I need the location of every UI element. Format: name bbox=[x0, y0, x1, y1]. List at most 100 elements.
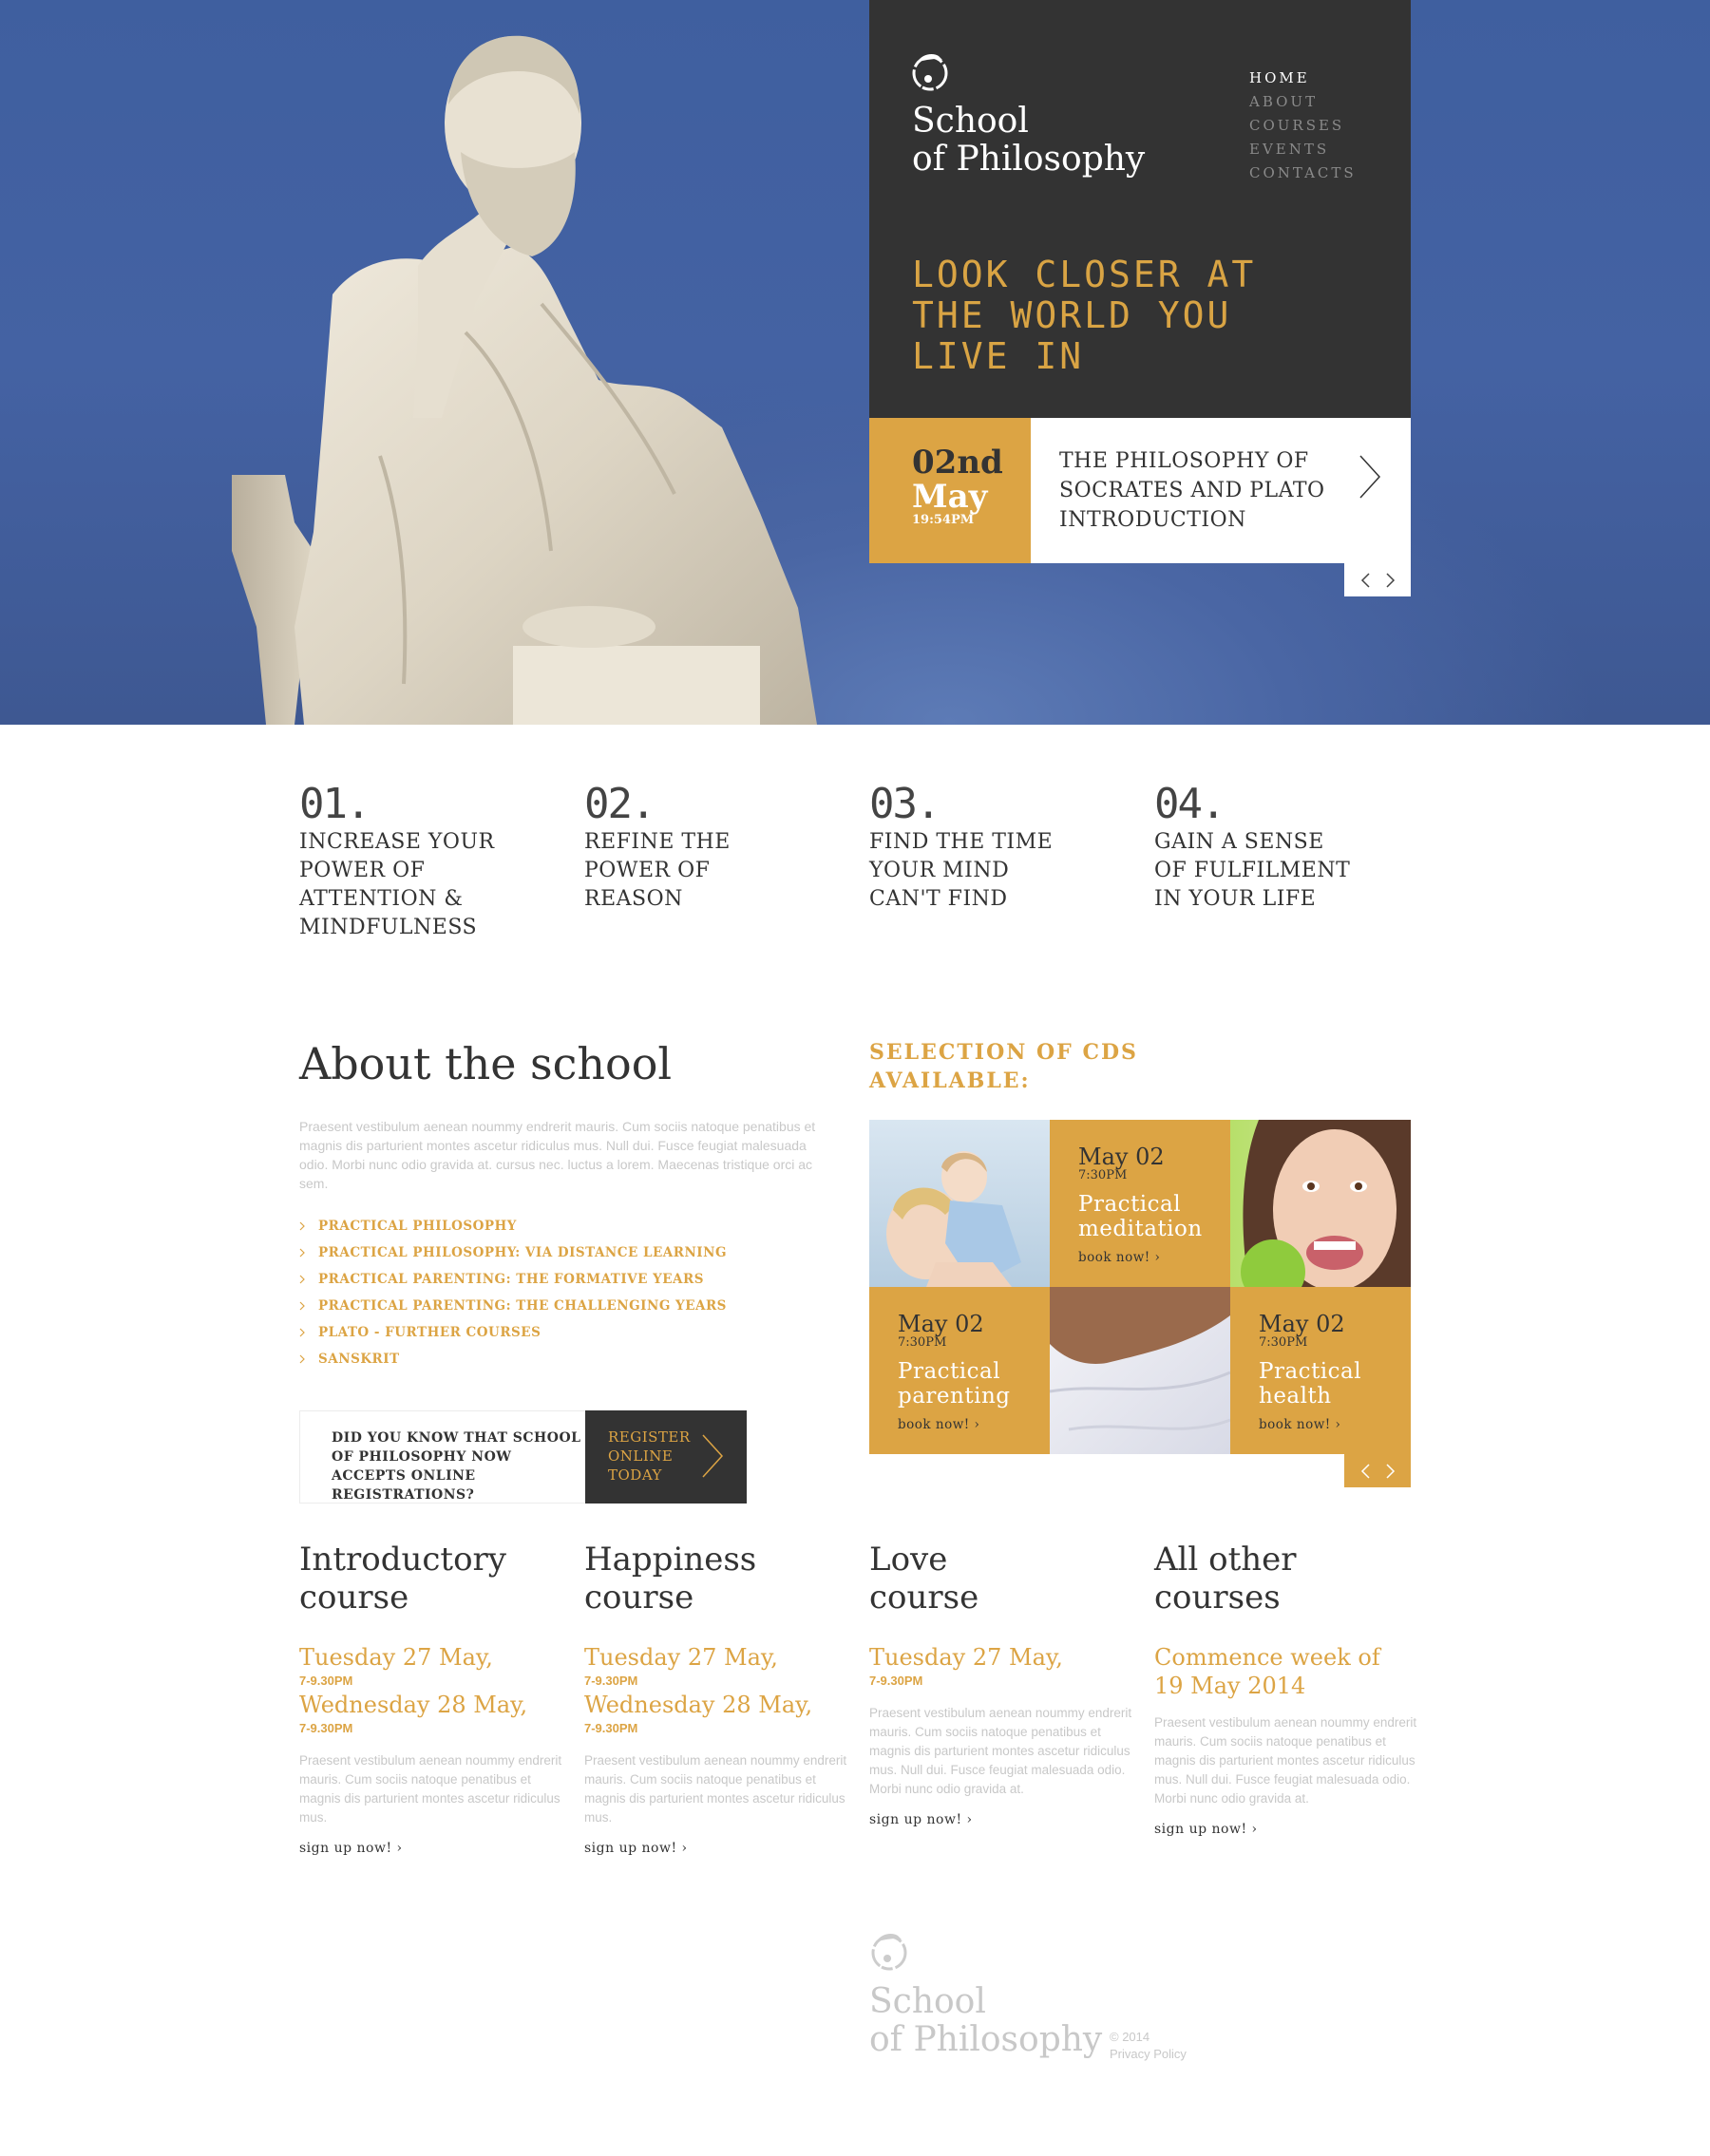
feature-item: 04. GAIN A SENSE OF FULFILMENT IN YOUR L… bbox=[1154, 781, 1401, 914]
course-title-line: Happiness bbox=[584, 1541, 757, 1579]
course-title-line: course bbox=[584, 1579, 694, 1617]
course-time: 7-9.30PM bbox=[584, 1674, 638, 1688]
course-description: Praesent vestibulum aenean noummy endrer… bbox=[1154, 1715, 1417, 1806]
book-now-link[interactable]: book now! › bbox=[1259, 1416, 1411, 1433]
cd-title: Practical health bbox=[1259, 1359, 1411, 1409]
chevron-left-icon[interactable] bbox=[1359, 1463, 1371, 1480]
course-description: Praesent vestibulum aenean noummy endrer… bbox=[869, 1706, 1132, 1796]
site-brand[interactable]: School of Philosophy bbox=[912, 103, 1145, 179]
book-now-link[interactable]: book now! › bbox=[898, 1416, 1050, 1433]
register-online-button[interactable]: REGISTER ONLINE TODAY bbox=[585, 1410, 747, 1504]
course-link[interactable]: PRACTICAL PARENTING: THE FORMATIVE YEARS bbox=[299, 1266, 727, 1293]
course-link-label[interactable]: PLATO - FURTHER COURSES bbox=[318, 1319, 541, 1346]
cd-card[interactable]: May 02 7:30PM Practical health book now!… bbox=[1230, 1287, 1411, 1454]
course-link[interactable]: SANSKRIT bbox=[299, 1346, 727, 1372]
register-question: DID YOU KNOW THAT SCHOOL OF PHILOSOPHY N… bbox=[332, 1430, 581, 1503]
tagline-line: LOOK CLOSER AT bbox=[912, 254, 1257, 295]
mother-and-child-photo[interactable] bbox=[869, 1120, 1050, 1287]
feature-title: GAIN A SENSE OF FULFILMENT IN YOUR LIFE bbox=[1154, 830, 1351, 911]
course-title-line: course bbox=[299, 1579, 409, 1617]
feature-title: REFINE THE POWER OF REASON bbox=[584, 830, 731, 911]
nav-about[interactable]: ABOUT bbox=[1249, 90, 1357, 114]
chevron-right-icon[interactable] bbox=[1385, 572, 1396, 589]
chevron-right-icon[interactable] bbox=[1385, 1463, 1396, 1480]
philosopher-logo-icon[interactable] bbox=[869, 1930, 909, 1972]
sign-up-link[interactable]: sign up now! › bbox=[869, 1810, 1135, 1829]
course-title-line: Love bbox=[869, 1541, 948, 1579]
course-link[interactable]: PRACTICAL PARENTING: THE CHALLENGING YEA… bbox=[299, 1293, 727, 1319]
cd-date: May 02 bbox=[1259, 1311, 1345, 1337]
course-title: Love course bbox=[869, 1541, 1135, 1617]
nav-courses[interactable]: COURSES bbox=[1249, 114, 1357, 138]
cd-time: 7:30PM bbox=[1078, 1168, 1128, 1182]
course-dates: Tuesday 27 May, 7-9.30PM Wednesday 28 Ma… bbox=[299, 1643, 565, 1738]
course-day: Tuesday 27 May, bbox=[869, 1644, 1063, 1671]
course-link-label[interactable]: PRACTICAL PARENTING: THE CHALLENGING YEA… bbox=[318, 1293, 727, 1319]
course-time: 7-9.30PM bbox=[869, 1674, 923, 1688]
feature-number: 01. bbox=[299, 780, 370, 828]
person-lying-on-pillow-photo[interactable] bbox=[1050, 1287, 1230, 1454]
sign-up-link[interactable]: sign up now! › bbox=[299, 1839, 565, 1858]
nav-contacts[interactable]: CONTACTS bbox=[1249, 161, 1357, 185]
course-card: All other courses Commence week of 19 Ma… bbox=[1154, 1541, 1420, 1839]
cd-time: 7:30PM bbox=[1259, 1335, 1308, 1350]
tagline-line: LIVE IN bbox=[912, 335, 1085, 377]
course-day: Wednesday 28 May, bbox=[299, 1692, 528, 1718]
cd-date: May 02 bbox=[1078, 1144, 1165, 1170]
course-day: Wednesday 28 May, bbox=[584, 1692, 813, 1718]
event-day: 02nd bbox=[912, 444, 1003, 482]
course-dates: Commence week of 19 May 2014 bbox=[1154, 1643, 1420, 1700]
course-link-label[interactable]: PRACTICAL PARENTING: THE FORMATIVE YEARS bbox=[318, 1266, 704, 1293]
chevron-right-icon bbox=[299, 1275, 305, 1284]
course-title-line: Introductory bbox=[299, 1541, 507, 1579]
cd-title-line: meditation bbox=[1078, 1217, 1203, 1241]
footer-meta: © 2014 Privacy Policy bbox=[1110, 2029, 1187, 2063]
cd-title-line: Practical bbox=[1259, 1359, 1362, 1384]
course-day: Commence week of 19 May 2014 bbox=[1154, 1644, 1380, 1699]
sign-up-link[interactable]: sign up now! › bbox=[584, 1839, 850, 1858]
nav-home[interactable]: HOME bbox=[1249, 66, 1357, 90]
course-title: Happiness course bbox=[584, 1541, 850, 1617]
cd-date: May 02 bbox=[898, 1311, 984, 1337]
course-dates: Tuesday 27 May, 7-9.30PM Wednesday 28 Ma… bbox=[584, 1643, 850, 1738]
privacy-policy-link[interactable]: Privacy Policy bbox=[1110, 2046, 1187, 2063]
course-time: 7-9.30PM bbox=[299, 1721, 353, 1735]
feature-title: FIND THE TIME YOUR MIND CAN'T FIND bbox=[869, 830, 1054, 911]
course-card: Happiness course Tuesday 27 May, 7-9.30P… bbox=[584, 1541, 850, 1858]
register-line: ONLINE bbox=[608, 1447, 674, 1465]
chevron-right-icon[interactable] bbox=[1358, 454, 1381, 500]
course-link-label[interactable]: SANSKRIT bbox=[318, 1346, 400, 1372]
sign-up-link[interactable]: sign up now! › bbox=[1154, 1820, 1420, 1839]
cd-card[interactable]: May 02 7:30PM Practical parenting book n… bbox=[869, 1287, 1050, 1454]
course-link[interactable]: PRACTICAL PHILOSOPHY bbox=[299, 1213, 727, 1239]
course-link-label[interactable]: PRACTICAL PHILOSOPHY: VIA DISTANCE LEARN… bbox=[318, 1239, 727, 1266]
cds-grid: May 02 7:30PM Practical meditation book … bbox=[869, 1120, 1411, 1454]
feature-item: 01. INCREASE YOUR POWER OF ATTENTION & M… bbox=[299, 781, 546, 942]
register-line: TODAY bbox=[608, 1466, 662, 1484]
course-description: Praesent vestibulum aenean noummy endrer… bbox=[584, 1753, 847, 1825]
register-line: REGISTER bbox=[608, 1428, 691, 1446]
course-link[interactable]: PRACTICAL PHILOSOPHY: VIA DISTANCE LEARN… bbox=[299, 1239, 727, 1266]
nav-events[interactable]: EVENTS bbox=[1249, 138, 1357, 161]
course-link-label[interactable]: PRACTICAL PHILOSOPHY bbox=[318, 1213, 517, 1239]
cd-title-line: Practical bbox=[1078, 1192, 1182, 1217]
cd-card[interactable]: May 02 7:30PM Practical meditation book … bbox=[1050, 1120, 1230, 1287]
cd-title-line: parenting bbox=[898, 1384, 1011, 1409]
event-title[interactable]: THE PHILOSOPHY OF SOCRATES AND PLATO INT… bbox=[1059, 446, 1344, 535]
woman-eating-apple-photo[interactable] bbox=[1230, 1120, 1411, 1287]
book-now-link[interactable]: book now! › bbox=[1078, 1249, 1230, 1266]
cd-time: 7:30PM bbox=[898, 1335, 947, 1350]
course-title: All other courses bbox=[1154, 1541, 1420, 1617]
chevron-left-icon[interactable] bbox=[1359, 572, 1371, 589]
event-card[interactable]: THE PHILOSOPHY OF SOCRATES AND PLATO INT… bbox=[1031, 418, 1411, 563]
chevron-right-icon bbox=[299, 1248, 305, 1258]
hero-slider-nav bbox=[1344, 563, 1411, 596]
socrates-statue-image bbox=[232, 35, 817, 725]
footer-brand-line: of Philosophy bbox=[869, 2020, 1103, 2059]
course-link[interactable]: PLATO - FURTHER COURSES bbox=[299, 1319, 727, 1346]
header-panel: School of Philosophy HOME ABOUT COURSES … bbox=[869, 0, 1411, 418]
philosopher-logo-icon[interactable] bbox=[910, 50, 950, 92]
course-day: Tuesday 27 May, bbox=[299, 1644, 493, 1671]
cd-title-line: Practical bbox=[898, 1359, 1001, 1384]
course-dates: Tuesday 27 May, 7-9.30PM bbox=[869, 1643, 1135, 1691]
